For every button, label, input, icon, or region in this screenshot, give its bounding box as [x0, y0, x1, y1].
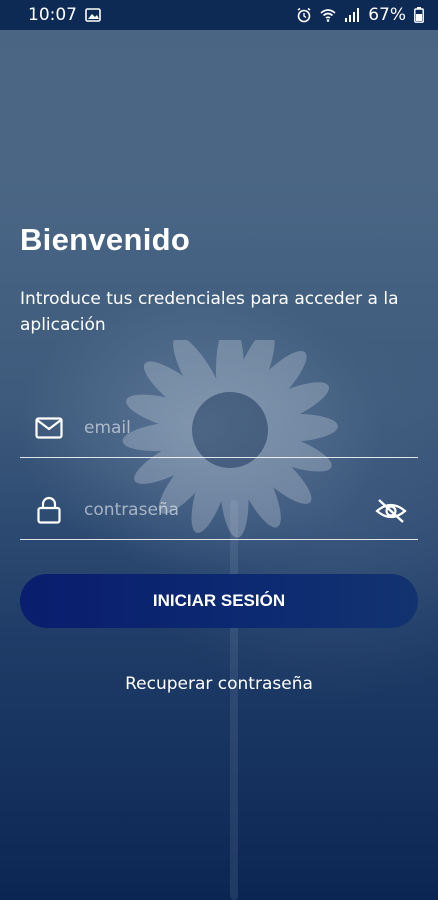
battery-percentage: 67%: [368, 5, 406, 25]
recover-password-link[interactable]: Recuperar contraseña: [0, 674, 438, 694]
page-subtitle: Introduce tus credenciales para acceder …: [20, 289, 399, 335]
battery-icon: [414, 7, 424, 23]
status-time: 10:07: [28, 5, 77, 25]
image-icon: [85, 8, 101, 22]
wifi-icon: [320, 9, 336, 22]
eye-off-icon[interactable]: [374, 494, 408, 528]
login-button[interactable]: INICIAR SESIÓN: [20, 574, 418, 628]
password-field: [20, 480, 418, 540]
mail-icon: [34, 413, 64, 443]
password-input[interactable]: [84, 499, 344, 520]
email-input[interactable]: [84, 417, 344, 438]
status-right: 67%: [296, 5, 424, 25]
lock-icon: [34, 495, 64, 525]
alarm-icon: [297, 7, 311, 23]
signal-icon: [345, 8, 360, 22]
status-left: 10:07: [28, 5, 101, 25]
page-title: Bienvenido: [20, 222, 191, 257]
email-field: [20, 398, 418, 458]
status-bar: 10:07 67%: [0, 0, 438, 30]
